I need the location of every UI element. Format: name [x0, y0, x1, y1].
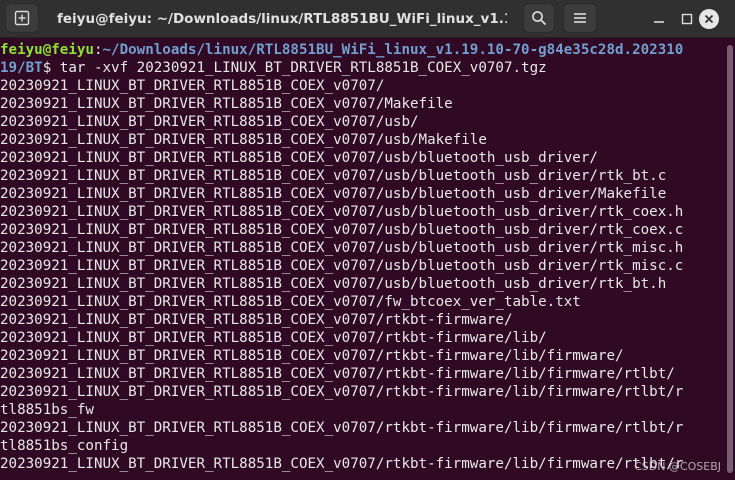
- output-line: 20230921_LINUX_BT_DRIVER_RTL8851B_COEX_v…: [0, 78, 385, 94]
- output-line: 20230921_LINUX_BT_DRIVER_RTL8851B_COEX_v…: [0, 276, 667, 292]
- close-button[interactable]: [699, 9, 719, 29]
- maximize-icon: [681, 13, 693, 25]
- search-icon: [532, 11, 546, 25]
- output-line: 20230921_LINUX_BT_DRIVER_RTL8851B_COEX_v…: [0, 420, 684, 436]
- title-bar: feiyu@feiyu: ~/Downloads/linux/RTL8851BU…: [0, 0, 735, 38]
- minimize-button[interactable]: [649, 9, 669, 29]
- output-line: 20230921_LINUX_BT_DRIVER_RTL8851B_COEX_v…: [0, 150, 598, 166]
- output-line: 20230921_LINUX_BT_DRIVER_RTL8851B_COEX_v…: [0, 132, 487, 148]
- terminal-output[interactable]: feiyu@feiyu:~/Downloads/linux/RTL8851BU_…: [0, 41, 735, 480]
- terminal-window: feiyu@feiyu: ~/Downloads/linux/RTL8851BU…: [0, 0, 735, 480]
- new-tab-icon: [14, 10, 30, 26]
- output-line: 20230921_LINUX_BT_DRIVER_RTL8851B_COEX_v…: [0, 204, 684, 220]
- new-tab-button[interactable]: [5, 3, 39, 33]
- watermark: CSDN @COSEBJ: [634, 460, 721, 473]
- output-line: tl8851bs_config: [0, 438, 129, 454]
- prompt-symbol: $: [42, 60, 52, 76]
- close-icon: [704, 14, 714, 24]
- output-line: 20230921_LINUX_BT_DRIVER_RTL8851B_COEX_v…: [0, 384, 684, 400]
- prompt-user-host: feiyu@feiyu: [0, 42, 94, 58]
- command-text: tar -xvf 20230921_LINUX_BT_DRIVER_RTL885…: [51, 60, 547, 76]
- output-line: 20230921_LINUX_BT_DRIVER_RTL8851B_COEX_v…: [0, 366, 675, 382]
- maximize-button[interactable]: [677, 9, 697, 29]
- output-line: 20230921_LINUX_BT_DRIVER_RTL8851B_COEX_v…: [0, 114, 419, 130]
- output-line: tl8851bs_fw: [0, 402, 94, 418]
- output-line: 20230921_LINUX_BT_DRIVER_RTL8851B_COEX_v…: [0, 168, 667, 184]
- window-title: feiyu@feiyu: ~/Downloads/linux/RTL8851BU…: [57, 11, 507, 27]
- scrollbar-thumb[interactable]: [727, 45, 733, 473]
- prompt-path-continued: 19/BT: [0, 60, 43, 76]
- prompt-line-wrap: 19/BT$ tar -xvf 20230921_LINUX_BT_DRIVER…: [0, 59, 735, 77]
- output-line: 20230921_LINUX_BT_DRIVER_RTL8851B_COEX_v…: [0, 186, 667, 202]
- prompt-path: ~/Downloads/linux/RTL8851BU_WiFi_linux_v…: [102, 42, 684, 58]
- output-line: 20230921_LINUX_BT_DRIVER_RTL8851B_COEX_v…: [0, 312, 513, 328]
- output-line: 20230921_LINUX_BT_DRIVER_RTL8851B_COEX_v…: [0, 330, 547, 346]
- menu-button[interactable]: [563, 3, 597, 33]
- prompt-line: feiyu@feiyu:~/Downloads/linux/RTL8851BU_…: [0, 41, 735, 59]
- search-button[interactable]: [523, 3, 555, 33]
- output-line: 20230921_LINUX_BT_DRIVER_RTL8851B_COEX_v…: [0, 258, 684, 274]
- output-line: 20230921_LINUX_BT_DRIVER_RTL8851B_COEX_v…: [0, 96, 453, 112]
- scrollbar[interactable]: [727, 42, 733, 476]
- minimize-icon: [654, 21, 664, 23]
- output-line: 20230921_LINUX_BT_DRIVER_RTL8851B_COEX_v…: [0, 222, 684, 238]
- output-line: 20230921_LINUX_BT_DRIVER_RTL8851B_COEX_v…: [0, 240, 684, 256]
- output-lines: 20230921_LINUX_BT_DRIVER_RTL8851B_COEX_v…: [0, 77, 735, 473]
- output-line: 20230921_LINUX_BT_DRIVER_RTL8851B_COEX_v…: [0, 294, 581, 310]
- output-line: 20230921_LINUX_BT_DRIVER_RTL8851B_COEX_v…: [0, 456, 684, 472]
- output-line: 20230921_LINUX_BT_DRIVER_RTL8851B_COEX_v…: [0, 348, 624, 364]
- hamburger-menu-icon: [574, 13, 586, 23]
- prompt-colon: :: [93, 42, 103, 58]
